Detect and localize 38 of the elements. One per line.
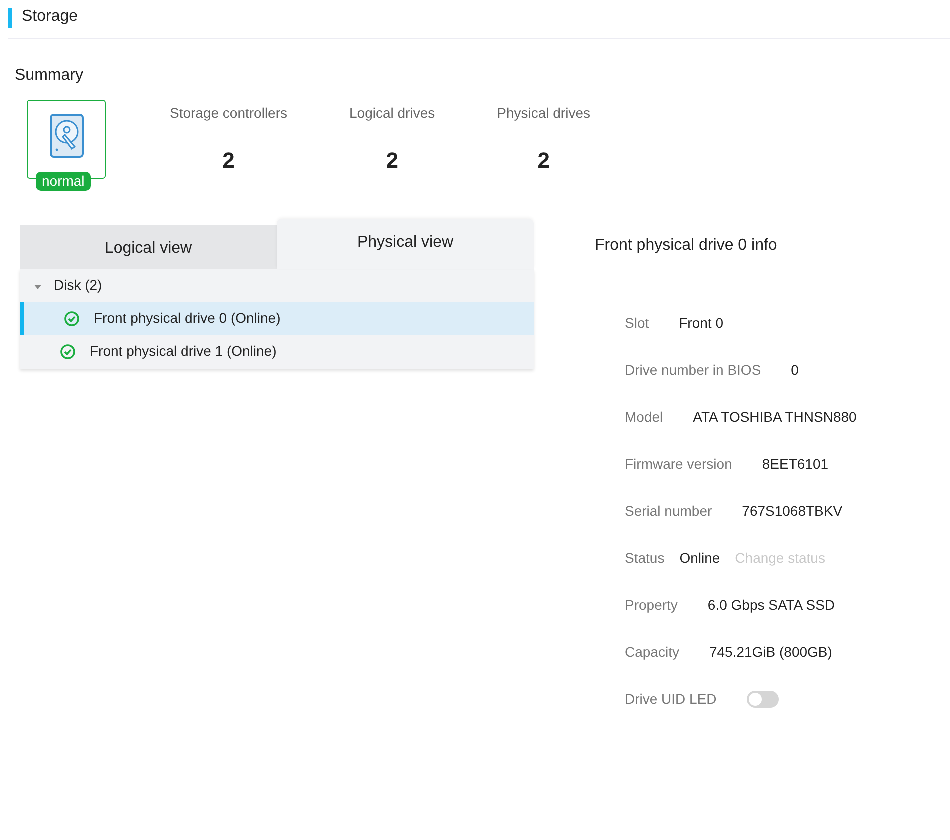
field-value: 6.0 Gbps SATA SSD xyxy=(708,596,836,615)
caret-icon[interactable] xyxy=(34,284,42,290)
field-value: 8EET6101 xyxy=(762,455,829,474)
field-value: Online xyxy=(680,549,720,568)
field-label: Drive number in BIOS xyxy=(625,361,762,380)
tree-item[interactable]: Front physical drive 1 (Online) xyxy=(20,335,534,368)
view-tab[interactable]: Physical view xyxy=(277,219,534,269)
check-circle-icon xyxy=(64,310,80,326)
field-value: ATA TOSHIBA THNSN880 xyxy=(693,408,857,427)
stat-label: Storage controllers xyxy=(170,104,288,123)
view-tab[interactable]: Logical view xyxy=(20,225,277,269)
stat-value: 2 xyxy=(538,147,550,175)
status-badge: normal xyxy=(36,172,91,191)
stat-value: 2 xyxy=(386,147,398,175)
details-title: Front physical drive 0 info xyxy=(595,236,778,256)
check-circle-icon xyxy=(60,344,76,360)
field-label: Model xyxy=(625,408,664,427)
field-label: Property xyxy=(625,596,678,615)
field-label: Drive UID LED xyxy=(625,690,717,709)
tree-group-label[interactable]: Disk (2) xyxy=(54,275,102,296)
stat-label: Physical drives xyxy=(497,104,590,123)
field-label: Status xyxy=(625,549,665,568)
field-label: Serial number xyxy=(625,502,712,521)
stat-value: 2 xyxy=(222,147,235,175)
toggle-switch[interactable] xyxy=(746,691,779,708)
stat-label: Logical drives xyxy=(350,104,436,123)
tree-item[interactable]: Front physical drive 0 (Online) xyxy=(20,302,534,335)
field-label: Slot xyxy=(625,314,650,333)
title-accent-bar xyxy=(8,8,12,28)
field-value: 0 xyxy=(791,361,799,380)
field-label: Capacity xyxy=(625,643,680,662)
section-title: Summary xyxy=(15,66,84,86)
field-label: Firmware version xyxy=(625,455,732,474)
field-value: 767S1068TBKV xyxy=(742,502,843,521)
hard-drive-icon xyxy=(50,114,84,158)
field-value: Front 0 xyxy=(679,314,724,333)
page-title: Storage xyxy=(22,7,78,27)
field-value: 745.21GiB (800GB) xyxy=(709,643,832,662)
